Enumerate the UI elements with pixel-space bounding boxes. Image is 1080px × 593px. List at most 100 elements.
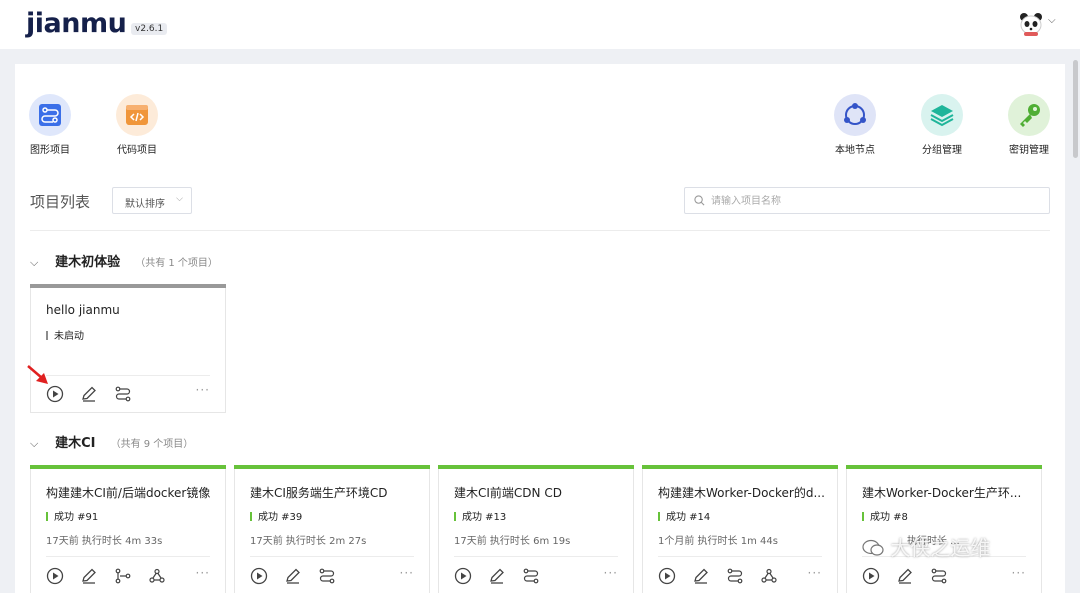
workflow-button[interactable] xyxy=(318,567,352,585)
edit-button[interactable] xyxy=(80,385,114,403)
card-actions xyxy=(46,385,148,403)
tool-code-project[interactable]: 代码项目 xyxy=(107,94,167,156)
project-name[interactable]: 建木CI服务端生产环境CD xyxy=(250,484,388,501)
group-name: 建木初体验 xyxy=(55,255,121,270)
chevron-down-icon: ⌵ xyxy=(176,194,183,204)
scrollbar[interactable] xyxy=(1073,60,1078,158)
chevron-down-icon[interactable]: ⌵ xyxy=(30,437,50,451)
card-divider xyxy=(658,556,822,557)
more-button[interactable]: ··· xyxy=(196,566,210,580)
tool-local-node[interactable]: 本地节点 xyxy=(825,94,885,156)
status-mark xyxy=(658,512,660,521)
key-manage-icon xyxy=(1020,104,1040,127)
workflow-button[interactable] xyxy=(522,567,556,585)
status-bar xyxy=(438,465,634,469)
divider xyxy=(30,230,1050,231)
status-bar xyxy=(30,465,226,469)
project-status: 未启动 xyxy=(46,327,84,342)
edit-button[interactable] xyxy=(692,567,726,585)
play-icon xyxy=(658,567,676,585)
local-node-icon xyxy=(844,103,866,125)
app-logo[interactable]: jianmu xyxy=(26,8,127,39)
project-status-text: 成功 #14 xyxy=(666,512,711,523)
project-card[interactable]: 建木Worker-Docker生产环... 成功 #8 执行时长 ... ··· xyxy=(846,465,1042,593)
project-name[interactable]: 建木Worker-Docker生产环... xyxy=(862,484,1021,501)
edit-icon xyxy=(898,568,912,584)
run-button[interactable] xyxy=(658,567,692,585)
project-status-text: 成功 #13 xyxy=(462,512,507,523)
edit-icon xyxy=(694,568,708,584)
webhook-button[interactable] xyxy=(760,567,794,585)
workflow-icon xyxy=(319,568,335,584)
project-name[interactable]: hello jianmu xyxy=(46,303,120,317)
top-bar: jianmu v2.6.1 ⌵ xyxy=(0,0,1080,49)
project-card[interactable]: hello jianmu 未启动 ··· xyxy=(30,284,226,413)
card-divider xyxy=(454,556,618,557)
play-icon xyxy=(250,567,268,585)
watermark-text: 大侠之运维 xyxy=(890,536,991,560)
tool-key-manage[interactable]: 密钥管理 xyxy=(999,94,1059,156)
project-status-text: 成功 #91 xyxy=(54,512,99,523)
group-name: 建木CI xyxy=(55,436,96,451)
project-status-text: 成功 #39 xyxy=(258,512,303,523)
search-input[interactable] xyxy=(711,192,1031,210)
edit-button[interactable] xyxy=(488,567,522,585)
project-card[interactable]: 构建建木CI前/后端docker镜像 成功 #91 17天前 执行时长 4m 3… xyxy=(30,465,226,593)
edit-icon xyxy=(286,568,300,584)
tool-label: 本地节点 xyxy=(835,145,875,156)
status-bar xyxy=(30,284,226,288)
avatar[interactable] xyxy=(1018,11,1044,37)
webhook-icon xyxy=(149,568,165,583)
workflow-button[interactable] xyxy=(114,385,148,403)
project-meta: 1个月前 执行时长 1m 44s xyxy=(658,536,778,547)
sort-select[interactable]: 默认排序 ⌵ xyxy=(112,187,192,214)
project-card[interactable]: 构建建木Worker-Docker的d... 成功 #14 1个月前 执行时长 … xyxy=(642,465,838,593)
edit-button[interactable] xyxy=(284,567,318,585)
group-count: （共有 9 个项目） xyxy=(110,439,194,450)
more-button[interactable]: ··· xyxy=(1012,566,1026,580)
group-header-jianmu-intro[interactable]: ⌵ 建木初体验 （共有 1 个项目） xyxy=(30,251,218,271)
workflow-button[interactable] xyxy=(930,567,964,585)
project-name[interactable]: 构建建木Worker-Docker的d... xyxy=(658,484,825,501)
git-branch-icon xyxy=(115,568,131,584)
edit-button[interactable] xyxy=(80,567,114,585)
card-actions xyxy=(862,567,964,585)
card-divider xyxy=(46,375,210,376)
workflow-button[interactable] xyxy=(726,567,760,585)
project-status-text: 成功 #8 xyxy=(870,512,908,523)
branch-button[interactable] xyxy=(114,567,148,585)
run-button[interactable] xyxy=(862,567,896,585)
version-badge: v2.6.1 xyxy=(131,23,168,35)
project-status: 成功 #91 xyxy=(46,508,98,523)
run-button[interactable] xyxy=(46,567,80,585)
play-icon xyxy=(454,567,472,585)
project-card[interactable]: 建木CI服务端生产环境CD 成功 #39 17天前 执行时长 2m 27s ··… xyxy=(234,465,430,593)
more-button[interactable]: ··· xyxy=(808,566,822,580)
more-button[interactable]: ··· xyxy=(400,566,414,580)
project-meta: 17天前 执行时长 2m 27s xyxy=(250,536,367,547)
tool-group-manage[interactable]: 分组管理 xyxy=(912,94,972,156)
more-button[interactable]: ··· xyxy=(604,566,618,580)
chevron-down-icon[interactable]: ⌵ xyxy=(30,256,50,270)
edit-button[interactable] xyxy=(896,567,930,585)
group-header-jianmu-ci[interactable]: ⌵ 建木CI （共有 9 个项目） xyxy=(30,432,193,452)
card-actions xyxy=(658,567,794,585)
more-button[interactable]: ··· xyxy=(196,383,210,397)
project-search[interactable] xyxy=(684,187,1050,214)
edit-icon xyxy=(490,568,504,584)
edit-icon xyxy=(82,568,96,584)
project-name[interactable]: 建木CI前端CDN CD xyxy=(454,484,562,501)
status-mark xyxy=(46,331,48,340)
run-button[interactable] xyxy=(454,567,488,585)
run-button[interactable] xyxy=(250,567,284,585)
wechat-icon xyxy=(862,539,884,556)
status-mark xyxy=(250,512,252,521)
tool-graph-project[interactable]: 图形项目 xyxy=(20,94,80,156)
webhook-button[interactable] xyxy=(148,567,182,585)
search-icon xyxy=(694,195,705,206)
project-name[interactable]: 构建建木CI前/后端docker镜像 xyxy=(46,484,210,501)
code-project-icon xyxy=(126,105,148,125)
workflow-icon xyxy=(115,386,131,402)
chevron-down-icon[interactable]: ⌵ xyxy=(1048,15,1056,26)
project-card[interactable]: 建木CI前端CDN CD 成功 #13 17天前 执行时长 6m 19s ··· xyxy=(438,465,634,593)
